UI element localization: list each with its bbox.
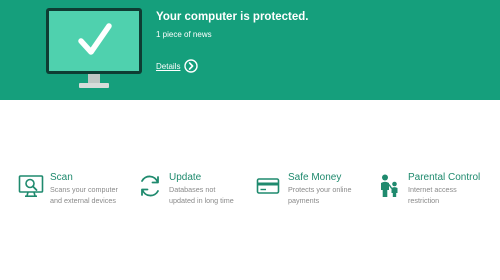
parental-control-description-line2: restriction (408, 196, 440, 205)
monitor-checkmark-icon (46, 8, 142, 88)
safe-money-description-line2: payments (288, 196, 320, 205)
update-description-line1: Databases not (169, 185, 216, 194)
scan-monitor-icon (18, 175, 44, 198)
parental-control-title: Parental Control (408, 172, 481, 183)
update-description-line2: updated in long time (169, 196, 234, 205)
scan-tile-text: Scan Scans your computer and external de… (50, 172, 118, 206)
refresh-arrows-icon (141, 175, 159, 197)
parent-child-icon (381, 174, 398, 197)
credit-card-icon (256, 178, 280, 194)
chevron-right-circle-icon (184, 59, 199, 73)
safe-money-description-line1: Protects your online (288, 185, 352, 194)
scan-title: Scan (50, 172, 73, 183)
parental-control-tile-text: Parental Control Internet access restric… (408, 172, 480, 206)
protection-status-banner: Your computer is protected. 1 piece of n… (0, 0, 500, 100)
scan-tile[interactable]: Scan Scans your computer and external de… (18, 172, 118, 216)
parental-control-tile[interactable]: Parental Control Internet access restric… (376, 172, 480, 216)
update-title: Update (169, 172, 202, 183)
protection-status-title: Your computer is protected. (156, 11, 309, 23)
news-count[interactable]: 1 piece of news (156, 30, 212, 39)
update-tile-text: Update Databases not updated in long tim… (169, 172, 234, 206)
update-tile[interactable]: Update Databases not updated in long tim… (137, 172, 234, 216)
safe-money-tile-text: Safe Money Protects your online payments (288, 172, 352, 206)
parental-control-description-line1: Internet access (408, 185, 457, 194)
scan-description-line1: Scans your computer (50, 185, 118, 194)
safe-money-title: Safe Money (288, 172, 342, 183)
details-link[interactable]: Details (156, 58, 199, 74)
scan-description-line2: and external devices (50, 196, 116, 205)
details-label: Details (156, 61, 181, 71)
safe-money-tile[interactable]: Safe Money Protects your online payments (256, 172, 352, 216)
